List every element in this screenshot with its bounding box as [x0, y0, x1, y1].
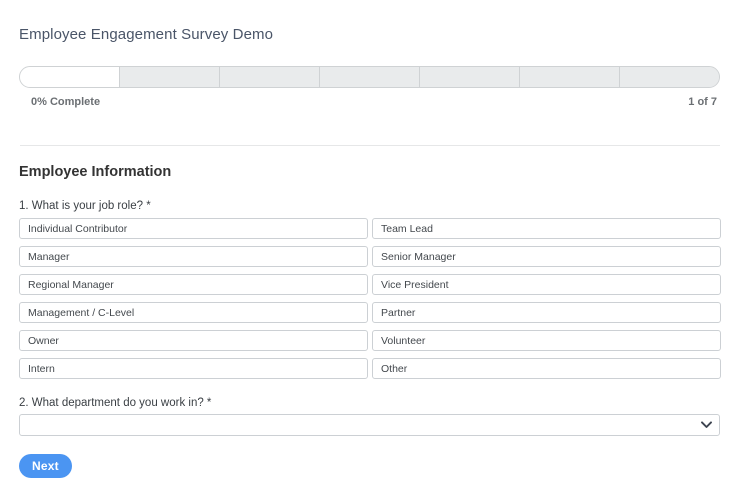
option-volunteer[interactable]: Volunteer: [372, 330, 721, 351]
progress-segment-2: [120, 67, 220, 87]
question-1-options: Individual Contributor Team Lead Manager…: [19, 218, 721, 379]
option-other[interactable]: Other: [372, 358, 721, 379]
progress-percent-label: 0% Complete: [31, 96, 101, 108]
option-owner[interactable]: Owner: [19, 330, 368, 351]
option-regional-manager[interactable]: Regional Manager: [19, 274, 368, 295]
option-team-lead[interactable]: Team Lead: [372, 218, 721, 239]
progress-segment-1: [20, 67, 120, 87]
progress-meta: 0% Complete 1 of 7: [19, 96, 720, 112]
option-individual-contributor[interactable]: Individual Contributor: [19, 218, 368, 239]
page-title: Employee Engagement Survey Demo: [19, 26, 274, 43]
department-select[interactable]: [19, 414, 720, 436]
option-manager[interactable]: Manager: [19, 246, 368, 267]
question-2-select-wrapper: [19, 414, 720, 436]
question-2-label: 2. What department do you work in? *: [19, 397, 212, 409]
progress-segment-7: [620, 67, 719, 87]
option-partner[interactable]: Partner: [372, 302, 721, 323]
progress-segment-3: [220, 67, 320, 87]
option-vice-president[interactable]: Vice President: [372, 274, 721, 295]
progress-step-label: 1 of 7: [688, 96, 717, 108]
section-divider: [20, 145, 720, 146]
option-management-c-level[interactable]: Management / C-Level: [19, 302, 368, 323]
section-heading: Employee Information: [19, 164, 172, 180]
option-intern[interactable]: Intern: [19, 358, 368, 379]
progress-segment-5: [420, 67, 520, 87]
progress-segment-4: [320, 67, 420, 87]
survey-page: Employee Engagement Survey Demo 0% Compl…: [0, 0, 740, 500]
progress-bar-track: [19, 66, 720, 88]
question-1-label: 1. What is your job role? *: [19, 200, 151, 212]
next-button[interactable]: Next: [19, 454, 72, 478]
progress-segment-6: [520, 67, 620, 87]
chevron-down-icon: [701, 421, 712, 429]
option-senior-manager[interactable]: Senior Manager: [372, 246, 721, 267]
progress-bar: [19, 66, 720, 88]
